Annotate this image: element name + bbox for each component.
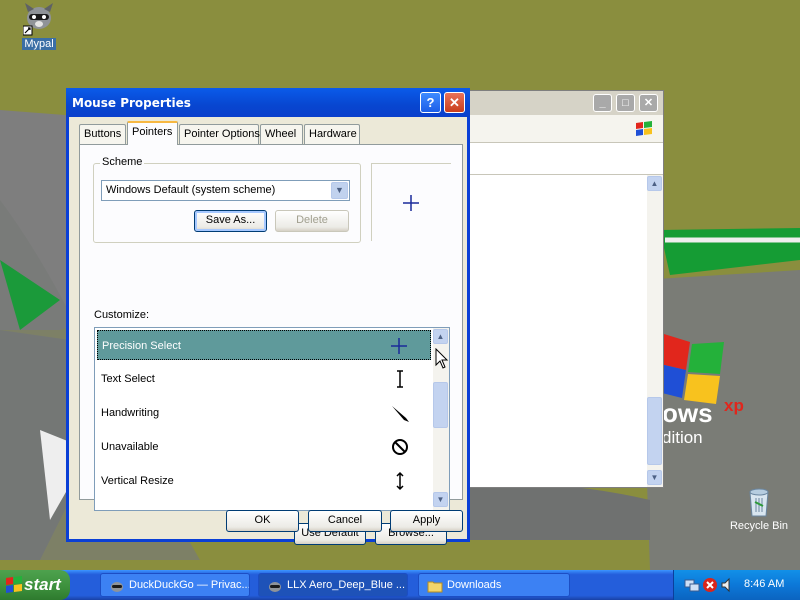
scroll-up-button[interactable]: ▲ [647, 176, 662, 191]
minimize-button[interactable]: _ [593, 94, 612, 112]
wallpaper-ows-text: ows [662, 398, 713, 428]
background-window-content [451, 175, 647, 487]
taskbar-item-duckduckgo[interactable]: DuckDuckGo — Privac... [100, 573, 250, 597]
wallpaper-edition-text: dition [662, 428, 703, 447]
background-window-scrollbar[interactable]: ▲ ▼ [647, 175, 663, 487]
desktop-icon-mypal[interactable]: Mypal [4, 2, 74, 50]
start-label: start [24, 575, 61, 594]
crosshair-icon [391, 338, 407, 354]
folder-icon [427, 581, 443, 593]
desktop-icon-recycle-bin[interactable]: Recycle Bin [724, 486, 794, 532]
ok-button[interactable]: OK [226, 510, 299, 532]
scheme-groupbox: Scheme Windows Default (system scheme) ▼… [93, 156, 361, 243]
security-alert-icon[interactable] [702, 577, 718, 593]
desktop-icon-label: Mypal [22, 38, 56, 50]
list-item-label: Precision Select [102, 340, 181, 352]
vertical-resize-icon [396, 471, 404, 491]
background-window[interactable]: _ □ ✕ ▲ ▼ [450, 90, 664, 488]
mouse-properties-dialog: Mouse Properties ? ✕ Buttons Pointers Po… [66, 88, 470, 545]
crosshair-icon [403, 195, 419, 211]
pointers-tab-panel: Scheme Windows Default (system scheme) ▼… [79, 144, 463, 545]
tab-buttons[interactable]: Buttons [79, 124, 126, 144]
background-window-addressbar [451, 143, 663, 175]
recycle-bin-icon [749, 488, 769, 517]
close-button[interactable]: ✕ [444, 92, 465, 113]
cancel-button[interactable]: Cancel [308, 510, 382, 532]
list-item-label: Vertical Resize [101, 475, 174, 487]
list-item[interactable]: Vertical Resize [97, 466, 431, 496]
tab-hardware[interactable]: Hardware [304, 124, 360, 144]
list-item[interactable]: Handwriting [97, 398, 431, 428]
desktop-icon-label: Recycle Bin [729, 520, 789, 532]
list-item-label: Unavailable [101, 441, 159, 453]
clock[interactable]: 8:46 AM [744, 578, 784, 590]
scroll-thumb[interactable] [647, 397, 662, 465]
unavailable-icon [392, 439, 408, 455]
help-button[interactable]: ? [420, 92, 441, 113]
raccoon-icon [23, 3, 53, 36]
maximize-button[interactable]: □ [616, 94, 635, 112]
mouse-pointer-icon [435, 348, 449, 369]
taskbar-item-label: LLX Aero_Deep_Blue ... [287, 579, 406, 591]
tab-wheel[interactable]: Wheel [260, 124, 303, 144]
tab-pointer-options[interactable]: Pointer Options [179, 124, 260, 144]
delete-button[interactable]: Delete [275, 210, 349, 232]
taskbar-item-downloads[interactable]: Downloads [418, 573, 570, 597]
ibeam-icon [397, 370, 403, 388]
list-item[interactable]: Unavailable [97, 432, 431, 462]
scheme-select[interactable]: Windows Default (system scheme) ▼ [101, 180, 350, 201]
raccoon-icon [269, 582, 281, 592]
volume-icon[interactable] [720, 577, 736, 593]
list-item-label: Handwriting [101, 407, 160, 419]
save-as-button[interactable]: Save As... [194, 210, 267, 232]
tab-pointers[interactable]: Pointers [127, 121, 178, 145]
customize-listbox[interactable]: Precision Select Text Select Handwriting… [94, 327, 450, 511]
wallpaper-xp-text: xp [724, 396, 744, 415]
taskbar-item-llx[interactable]: LLX Aero_Deep_Blue ... [258, 573, 408, 597]
system-tray: 8:46 AM [673, 570, 800, 600]
taskbar: start DuckDuckGo — Privac... LLX Aero_De… [0, 570, 800, 600]
scheme-legend: Scheme [100, 156, 145, 168]
scroll-up-button[interactable]: ▲ [433, 329, 448, 344]
list-item-label: Text Select [101, 373, 155, 385]
close-button[interactable]: ✕ [639, 94, 658, 112]
pen-icon [392, 406, 409, 422]
scheme-select-value: Windows Default (system scheme) [106, 184, 276, 196]
scroll-thumb[interactable] [433, 382, 448, 428]
apply-button[interactable]: Apply [390, 510, 463, 532]
windows-flag-icon [636, 121, 652, 136]
start-button[interactable]: start [0, 570, 70, 600]
pointer-preview [371, 163, 451, 241]
taskbar-item-label: Downloads [447, 579, 502, 591]
dialog-title: Mouse Properties [72, 96, 191, 110]
chevron-down-icon[interactable]: ▼ [331, 182, 348, 199]
windows-flag-icon [6, 576, 22, 593]
scroll-down-button[interactable]: ▼ [647, 470, 662, 485]
taskbar-item-label: DuckDuckGo — Privac... [129, 579, 250, 591]
dialog-titlebar[interactable]: Mouse Properties ? ✕ [66, 88, 470, 117]
list-item[interactable]: Text Select [97, 364, 431, 394]
raccoon-icon [111, 582, 123, 592]
background-window-toolbar [451, 115, 663, 143]
background-window-titlebar[interactable]: _ □ ✕ [451, 91, 663, 115]
network-icon[interactable] [684, 577, 700, 593]
scroll-down-button[interactable]: ▼ [433, 492, 448, 507]
list-item[interactable]: Precision Select [97, 330, 431, 360]
customize-label: Customize: [94, 309, 150, 321]
